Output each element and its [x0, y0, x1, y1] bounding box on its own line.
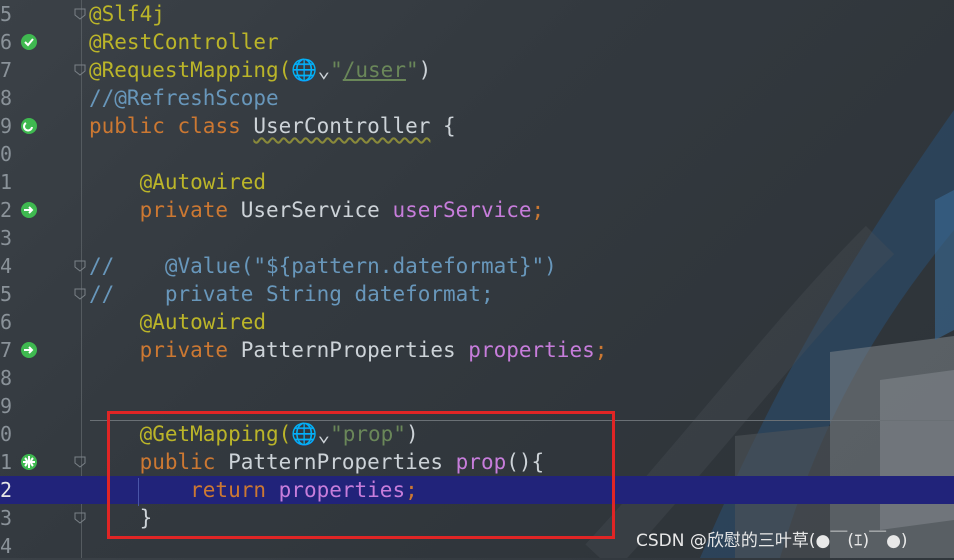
code-token: ; — [531, 198, 545, 222]
line-number: 3 — [0, 226, 13, 250]
highlight-box — [107, 411, 615, 539]
code-line[interactable]: 7 private PatternProperties properties; — [0, 336, 954, 364]
fold-marker-icon[interactable] — [73, 455, 87, 469]
watermark: CSDN @欣慰的三叶草(●￣(ｴ)￣●) — [636, 531, 908, 551]
code-text: @Autowired — [89, 308, 266, 336]
line-number: 7 — [0, 338, 13, 362]
code-line[interactable]: 5 // private String dateformat; — [0, 280, 954, 308]
code-text: // @Value("${pattern.dateformat}") — [89, 252, 557, 280]
line-number: 9 — [0, 394, 13, 418]
fold-marker-icon[interactable] — [73, 259, 87, 273]
code-line[interactable]: 4 // @Value("${pattern.dateformat}") — [0, 252, 954, 280]
code-line[interactable]: 2 private UserService userService; — [0, 196, 954, 224]
code-text: private UserService userService; — [89, 196, 545, 224]
code-line[interactable]: 5 @Slf4j — [0, 0, 954, 28]
code-text: @Slf4j — [89, 0, 165, 28]
code-text: // private String dateformat; — [89, 280, 494, 308]
code-token: " — [405, 58, 419, 82]
code-line[interactable]: 7 @RequestMapping(🌐⌄"/user") — [0, 56, 954, 84]
line-number: 5 — [0, 2, 13, 26]
code-token: private String dateformat; — [114, 282, 494, 306]
code-token: userService — [392, 198, 532, 222]
code-line[interactable]: 6 @Autowired — [0, 308, 954, 336]
line-number: 2 — [0, 478, 13, 502]
fold-marker-icon[interactable] — [73, 287, 87, 301]
line-number: 1 — [0, 170, 13, 194]
code-token: @Slf4j — [89, 2, 165, 26]
code-token: @Autowired — [89, 170, 267, 194]
line-number: 8 — [0, 86, 13, 110]
code-token: //@RefreshScope — [89, 86, 279, 110]
autowired-inject-icon[interactable] — [20, 341, 38, 359]
code-token: @RequestMapping( — [89, 58, 292, 82]
line-number: 2 — [0, 198, 13, 222]
request-mapping-globe-icon[interactable] — [20, 453, 38, 471]
code-line[interactable]: 6 @RestController — [0, 28, 954, 56]
line-number: 6 — [0, 30, 13, 54]
code-token: UserController — [253, 114, 431, 138]
code-token: @Autowired — [89, 310, 267, 334]
code-text: @Autowired — [89, 168, 266, 196]
code-text: public class UserController { — [89, 112, 456, 140]
spring-bean-icon[interactable] — [20, 33, 38, 51]
code-text: @RestController — [89, 28, 279, 56]
line-number: 3 — [0, 506, 13, 530]
code-token: 🌐⌄ — [291, 58, 331, 82]
code-line[interactable]: 8 — [0, 364, 954, 392]
autowired-inject-icon[interactable] — [20, 201, 38, 219]
line-number: 0 — [0, 142, 13, 166]
code-token: private — [89, 338, 241, 362]
code-line[interactable]: 9 public class UserController { — [0, 112, 954, 140]
code-token: " — [330, 58, 343, 82]
code-token: /user — [342, 58, 406, 82]
code-text: @RequestMapping(🌐⌄"/user") — [89, 56, 431, 84]
code-line[interactable]: 3 — [0, 224, 954, 252]
code-text: //@RefreshScope — [89, 84, 279, 112]
code-token: ; — [594, 338, 608, 362]
code-text: private PatternProperties properties; — [89, 336, 608, 364]
fold-marker-icon[interactable] — [73, 7, 87, 21]
fold-marker-icon[interactable] — [73, 63, 87, 77]
line-number: 9 — [0, 114, 13, 138]
line-number: 4 — [0, 254, 13, 278]
code-token: @Value("${pattern.dateformat}") — [114, 254, 557, 278]
code-token: @RestController — [89, 30, 279, 54]
code-line[interactable]: 1 @Autowired — [0, 168, 954, 196]
code-token: PatternProperties — [240, 338, 469, 362]
code-token: { — [430, 114, 456, 138]
fold-marker-icon[interactable] — [73, 511, 87, 525]
code-token: ) — [418, 58, 432, 82]
code-token: public — [89, 114, 178, 138]
code-token: class — [177, 114, 254, 138]
code-line[interactable]: 8 //@RefreshScope — [0, 84, 954, 112]
code-token: // — [89, 254, 115, 278]
code-line[interactable]: 0 — [0, 140, 954, 168]
code-token: properties — [468, 338, 595, 362]
code-token: // — [89, 282, 115, 306]
spring-web-icon[interactable] — [20, 117, 38, 135]
line-number: 7 — [0, 58, 13, 82]
line-number: 1 — [0, 450, 13, 474]
line-number: 8 — [0, 366, 13, 390]
line-number: 4 — [0, 534, 13, 558]
code-token: private — [89, 198, 241, 222]
line-number: 5 — [0, 282, 13, 306]
line-number: 0 — [0, 422, 13, 446]
code-token: UserService — [240, 198, 393, 222]
line-number: 6 — [0, 310, 13, 334]
